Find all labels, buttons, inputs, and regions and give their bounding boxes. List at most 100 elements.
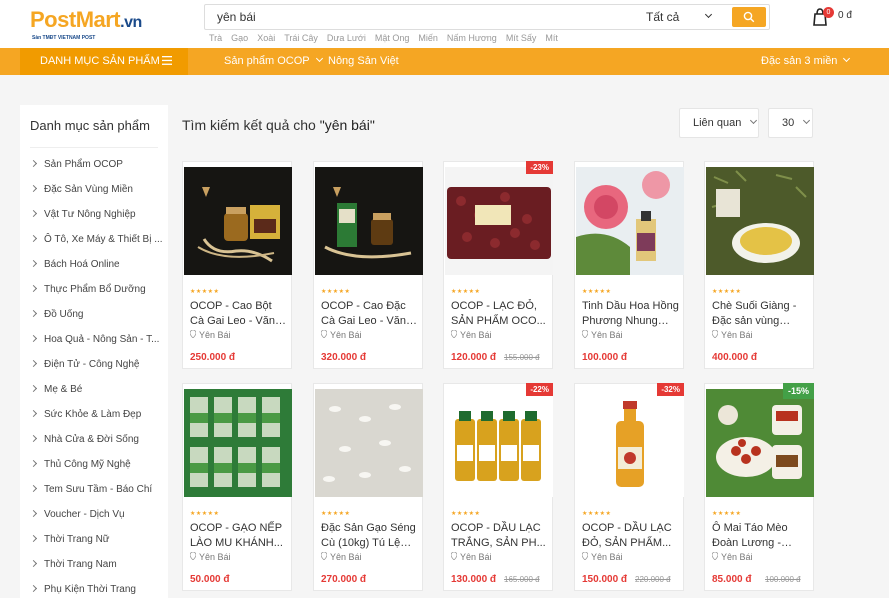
category-menu-button[interactable]: DANH MỤC SẢN PHẨM <box>20 48 188 75</box>
product-card[interactable]: ★★★★★ OCOP - Cao Đặc Cà Gai Leo - Văn Yên… <box>313 161 423 369</box>
product-old-price: 155.000 đ <box>504 353 540 362</box>
search-category-select[interactable]: Tất cả <box>632 10 732 24</box>
sidebar-item[interactable]: Ô Tô, Xe Máy & Thiết Bị ... <box>20 227 168 252</box>
product-name[interactable]: OCOP - Cao Đặc Cà Gai Leo - Văn Yên... <box>321 299 418 329</box>
chevron-down-icon <box>843 54 851 63</box>
product-image[interactable] <box>576 167 684 275</box>
product-name[interactable]: Ô Mai Táo Mèo Đoàn Lương - Đặc... <box>712 521 809 551</box>
product-location: Yên Bái <box>711 329 753 340</box>
product-card[interactable]: ★★★★★ Chè Suối Giàng - Đặc sản vùng cao..… <box>704 161 814 369</box>
sidebar-item[interactable]: Vật Tư Nông Nghiệp <box>20 202 168 227</box>
cart-button[interactable]: 0 0 đ <box>810 6 860 28</box>
product-location: Yên Bái <box>711 551 753 562</box>
sidebar-item[interactable]: Voucher - Dịch Vụ <box>20 502 168 527</box>
product-price: 85.000 đ <box>712 574 752 585</box>
chevron-right-icon <box>29 309 38 318</box>
sidebar-item[interactable]: Thời Trang Nam <box>20 552 168 577</box>
product-card[interactable]: -32% ★★★★★ OCOP - DẦU LẠC ĐỎ, SẢN PHẨM... Y… <box>574 383 684 591</box>
product-card[interactable]: ★★★★★ OCOP - Cao Bột Cà Gai Leo - Văn Yên… <box>182 161 292 369</box>
product-location: Yên Bái <box>189 329 231 340</box>
product-card[interactable]: ★★★★★ Tinh Dầu Hoa Hồng Phương Nhung Vă..… <box>574 161 684 369</box>
product-image[interactable] <box>184 167 292 275</box>
location-pin-icon <box>711 329 719 340</box>
suggestion-link[interactable]: Trái Cây <box>284 33 318 43</box>
sidebar-item[interactable]: Phụ Kiện Thời Trang <box>20 577 168 598</box>
category-menu-label: DANH MỤC SẢN PHẨM <box>40 55 160 67</box>
product-image[interactable] <box>706 167 814 275</box>
sidebar-item[interactable]: Đặc Sản Vùng Miền <box>20 177 168 202</box>
product-card[interactable]: ★★★★★ Đặc Sản Gạo Séng Cù (10kg) Tú Lệ Y.… <box>313 383 423 591</box>
sidebar-item[interactable]: Thực Phẩm Bổ Dưỡng <box>20 277 168 302</box>
product-name[interactable]: OCOP - DẦU LẠC ĐỎ, SẢN PHẨM... <box>582 521 679 551</box>
suggestion-link[interactable]: Miến <box>418 33 438 43</box>
suggestion-link[interactable]: Xoài <box>257 33 275 43</box>
product-card[interactable]: -15% ★★★★★ Ô Mai Táo Mèo Đoàn Lương - Đặc.… <box>704 383 814 591</box>
star-rating-icon: ★★★★★ <box>321 289 351 295</box>
chevron-right-icon <box>29 559 38 568</box>
product-image[interactable] <box>576 389 684 497</box>
discount-badge: -23% <box>526 161 553 174</box>
product-image[interactable] <box>445 167 553 275</box>
sidebar-item[interactable]: Điện Tử - Công Nghệ <box>20 352 168 377</box>
suggestion-link[interactable]: Mật Ong <box>375 33 410 43</box>
cart-count-badge: 0 <box>823 7 834 18</box>
suggestion-link[interactable]: Dưa Lưới <box>327 33 366 43</box>
sidebar-item[interactable]: Thủ Công Mỹ Nghệ <box>20 452 168 477</box>
sidebar-item[interactable]: Nhà Cửa & Đời Sống <box>20 427 168 452</box>
sidebar-title: Danh mục sản phẩm <box>30 118 150 133</box>
chevron-right-icon <box>29 509 38 518</box>
chevron-right-icon <box>29 159 38 168</box>
sidebar-item[interactable]: Thời Trang Nữ <box>20 527 168 552</box>
product-location: Yên Bái <box>450 551 492 562</box>
suggestion-link[interactable]: Nấm Hương <box>447 33 497 43</box>
nav-link-ocop[interactable]: Sản phẩm OCOP <box>224 48 323 75</box>
sidebar-item[interactable]: Tem Sưu Tầm - Báo Chí <box>20 477 168 502</box>
sidebar-item[interactable]: Hoa Quả - Nông Sản - T... <box>20 327 168 352</box>
star-rating-icon: ★★★★★ <box>712 511 742 517</box>
chevron-right-icon <box>29 409 38 418</box>
product-image[interactable] <box>445 389 553 497</box>
product-name[interactable]: OCOP - DẦU LẠC TRẮNG, SẢN PH... <box>451 521 548 551</box>
logo[interactable]: PostMart.vn Sàn TMĐT VIETNAM POST <box>30 8 170 42</box>
product-card[interactable]: -23% ★★★★★ OCOP - LẠC ĐỎ, SẢN PHẨM OCO... Y… <box>443 161 553 369</box>
product-location: Yên Bái <box>320 329 362 340</box>
product-image[interactable] <box>315 167 423 275</box>
suggestion-link[interactable]: Gạo <box>231 33 248 43</box>
sidebar-item[interactable]: Bách Hoá Online <box>20 252 168 277</box>
sidebar-item[interactable]: Mẹ & Bé <box>20 377 168 402</box>
category-sidebar: Danh mục sản phẩm Sản Phẩm OCOP Đặc Sản … <box>20 105 168 598</box>
product-name[interactable]: OCOP - Cao Bột Cà Gai Leo - Văn Yên... <box>190 299 287 329</box>
chevron-right-icon <box>29 184 38 193</box>
product-image[interactable] <box>315 389 423 497</box>
product-name[interactable]: OCOP - GẠO NẾP LÀO MU KHÁNH... <box>190 521 287 551</box>
product-card[interactable]: -22% ★★★★★ OCOP - DẦU LẠC TRẮNG, SẢN PH...… <box>443 383 553 591</box>
nav-link-dac-san[interactable]: Đặc sản 3 miền <box>761 48 851 75</box>
discount-badge: -22% <box>526 383 553 396</box>
chevron-right-icon <box>29 484 38 493</box>
sidebar-item[interactable]: Sức Khỏe & Làm Đẹp <box>20 402 168 427</box>
sidebar-item[interactable]: Đồ Uống <box>20 302 168 327</box>
suggestion-link[interactable]: Trà <box>209 33 222 43</box>
chevron-right-icon <box>29 384 38 393</box>
logo-text: PostMart.vn <box>30 7 142 32</box>
product-name[interactable]: OCOP - LẠC ĐỎ, SẢN PHẨM OCO... <box>451 299 548 329</box>
location-pin-icon <box>320 551 328 562</box>
suggestion-link[interactable]: Mít <box>545 33 558 43</box>
product-card[interactable]: ★★★★★ OCOP - GẠO NẾP LÀO MU KHÁNH... Yên B… <box>182 383 292 591</box>
search-result-title: Tìm kiếm kết quả cho "yên bái" <box>182 117 375 133</box>
search-button[interactable] <box>732 7 766 27</box>
product-image[interactable] <box>184 389 292 497</box>
sidebar-item[interactable]: Sản Phẩm OCOP <box>20 152 168 177</box>
sort-select[interactable]: Liên quan <box>679 108 759 138</box>
product-name[interactable]: Chè Suối Giàng - Đặc sản vùng cao... <box>712 299 809 329</box>
suggestion-link[interactable]: Mít Sấy <box>506 33 537 43</box>
star-rating-icon: ★★★★★ <box>190 511 220 517</box>
nav-link-nong-san[interactable]: Nông Sản Việt <box>328 48 399 75</box>
product-name[interactable]: Tinh Dầu Hoa Hồng Phương Nhung Vă... <box>582 299 679 329</box>
page-size-select[interactable]: 30 <box>768 108 813 138</box>
product-image[interactable] <box>706 389 814 497</box>
product-name[interactable]: Đặc Sản Gạo Séng Cù (10kg) Tú Lệ Y... <box>321 521 418 551</box>
search-icon <box>743 11 755 23</box>
chevron-right-icon <box>29 234 38 243</box>
search-input[interactable] <box>205 5 632 29</box>
